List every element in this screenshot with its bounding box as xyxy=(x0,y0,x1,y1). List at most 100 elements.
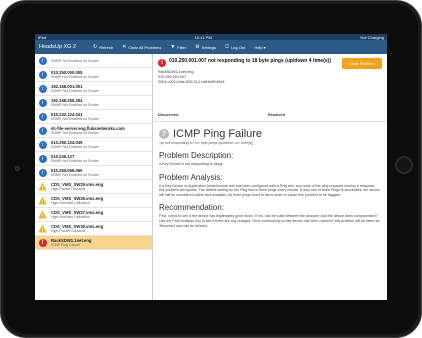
error-icon: ! xyxy=(158,59,166,67)
list-item-subtitle: SNMP Not Enabled on Router xyxy=(51,145,99,149)
info-icon: i xyxy=(38,70,47,79)
list-item-subtitle: SNMP Not Enabled on Router xyxy=(51,159,99,163)
list-item-text: 192.168.255.254 SNMP Not Enabled on Route… xyxy=(51,98,99,107)
clear-icon: ✕ xyxy=(122,44,127,50)
list-item-text: 010.249.127 SNMP Not Enabled on Router xyxy=(51,154,99,163)
list-item-subtitle: High Packet Discards xyxy=(51,187,86,191)
settings-label: Settings xyxy=(201,44,217,50)
clear-problem-button[interactable]: Clear Problem xyxy=(342,58,382,69)
app-title: HeadsUp XG 2 xyxy=(39,44,76,50)
warning-icon: ! xyxy=(38,182,47,191)
clock: 10:41 PM xyxy=(194,34,212,40)
svg-text:!: ! xyxy=(42,214,44,219)
list-item[interactable]: ! CDS_VMS_SW30.vms.eng High Packet Discard… xyxy=(35,222,152,236)
problem-pattern: <ip not responding to <n> byte pings (up… xyxy=(159,141,254,145)
clear-all-button[interactable]: ✕ Clear All Problems xyxy=(122,44,161,50)
list-item-text: 010.250.066.060 SNMP Not Enabled on Route… xyxy=(51,168,99,177)
logout-button[interactable]: ⎋ Log Out xyxy=(225,44,245,50)
list-item-subtitle: High Interface Utilization xyxy=(51,215,90,219)
list-item-text: CDS_VMS_SW27.vms.eng High Interface Utili… xyxy=(51,210,103,219)
filter-label: Filter xyxy=(177,44,187,50)
list-item-text: CDS_VMS_SW26.vms.eng High Interface Utili… xyxy=(51,196,103,205)
list-item-subtitle: ICMP Ping Failure xyxy=(51,243,81,247)
info-icon: i xyxy=(38,140,47,149)
device-label: iPad xyxy=(38,34,47,40)
help-label: Help ▾ xyxy=(254,44,266,50)
info-icon: i xyxy=(38,112,47,121)
description-text: A Key Device is not responding to pings. xyxy=(159,162,224,166)
list-item-text: 010.250.000.005 SNMP Not Enabled on Route… xyxy=(51,70,99,79)
list-item[interactable]: i 010.250.124.045 SNMP Not Enabled on Rout… xyxy=(35,138,152,152)
list-item[interactable]: i 192.168.255.254 SNMP Not Enabled on Rout… xyxy=(35,96,152,110)
list-item-text: 192.168.001.001 SNMP Not Enabled on Route… xyxy=(51,84,99,93)
list-item-text: 010.250.124.045 SNMP Not Enabled on Route… xyxy=(51,140,99,149)
recommendation-text: First, check to see if the device has le… xyxy=(159,214,380,228)
info-icon: i xyxy=(38,126,47,135)
clear-all-label: Clear All Problems xyxy=(128,44,162,50)
gear-icon: ⚙ xyxy=(195,44,200,50)
list-item-subtitle: SNMP Not Enabled on Router xyxy=(51,103,99,107)
help-icon: ? xyxy=(159,129,169,139)
list-item[interactable]: i 192.168.001.001 SNMP Not Enabled on Rout… xyxy=(35,82,152,96)
error-icon: ! xyxy=(38,238,47,247)
list-item-text: SNMP Not Enabled on Router xyxy=(51,59,99,63)
problem-list: i SNMP Not Enabled on Router i 010.250.000.… xyxy=(35,54,153,300)
home-button[interactable] xyxy=(395,156,413,174)
description-heading: Problem Description: xyxy=(159,151,234,160)
problem-type-title: ? ICMP Ping Failure xyxy=(159,128,381,140)
list-item-subtitle: SNMP Not Enabled on Router xyxy=(51,173,99,177)
battery-status: Not Charging xyxy=(360,34,384,40)
detail-header: ! 010.250.001.007 not responding to 18 b… xyxy=(153,54,387,122)
camera-icon xyxy=(15,166,20,171)
warning-icon: ! xyxy=(38,210,47,219)
list-item[interactable]: i 010.249.127 SNMP Not Enabled on Router xyxy=(35,152,152,166)
problem-headline: 010.250.001.007 not responding to 18 byt… xyxy=(169,58,331,64)
list-item-subtitle: SNMP Not Enabled on Router xyxy=(51,75,99,79)
analysis-text: If a Key Device or Application Infrastru… xyxy=(159,183,380,197)
list-item-text: CDS_VMS_SW25.vms.eng High Packet Discards xyxy=(51,182,103,191)
recommendation-heading: Recommendation: xyxy=(159,203,224,213)
problem-detail: ! 010.250.001.007 not responding to 18 b… xyxy=(153,54,387,300)
list-item[interactable]: ! CDS_VMS_SW25.vms.eng High Packet Discard… xyxy=(35,180,152,194)
app-screen: iPad 10:41 PM Not Charging HeadsUp XG 2 … xyxy=(35,34,387,300)
filter-icon: ▼ xyxy=(170,44,176,50)
list-item[interactable]: i dc-file-server.eng.fluksnetworks.com SNM… xyxy=(35,124,152,138)
resolved-label: Resolved xyxy=(268,113,285,117)
status-columns: Discovered Resolved xyxy=(158,113,382,117)
list-item-subtitle: SNMP Not Enabled on Router xyxy=(51,117,99,121)
svg-text:!: ! xyxy=(42,228,44,233)
info-icon: i xyxy=(38,168,47,177)
list-item[interactable]: i SNMP Not Enabled on Router xyxy=(35,54,152,68)
list-item-subtitle: SNMP Not Enabled on Router xyxy=(51,89,99,93)
warning-icon: ! xyxy=(38,224,47,233)
settings-button[interactable]: ⚙ Settings xyxy=(195,44,216,50)
list-item-subtitle: High Interface Utilization xyxy=(51,201,90,205)
refresh-button[interactable]: ↻ Refresh xyxy=(93,44,113,50)
top-toolbar: HeadsUp XG 2 ↻ Refresh ✕ Clear All Probl… xyxy=(35,40,387,54)
detected-label: Discovered xyxy=(158,113,179,117)
filter-button[interactable]: ▼ Filter xyxy=(170,44,186,50)
list-item[interactable]: ! CDS_VMS_SW26.vms.eng High Interface Util… xyxy=(35,194,152,208)
list-item[interactable]: i 010.232.124.041 SNMP Not Enabled on Rout… xyxy=(35,110,152,124)
svg-text:!: ! xyxy=(42,200,44,205)
refresh-icon: ↻ xyxy=(93,44,98,50)
svg-text:!: ! xyxy=(42,186,44,191)
refresh-label: Refresh xyxy=(99,44,114,50)
list-item[interactable]: i 010.250.000.005 SNMP Not Enabled on Rout… xyxy=(35,68,152,82)
logout-label: Log Out xyxy=(231,44,246,50)
info-icon: i xyxy=(38,154,47,163)
help-menu-button[interactable]: Help ▾ xyxy=(254,45,265,50)
info-icon: i xyxy=(38,98,47,107)
list-item[interactable]: ! CDS_VMS_SW27.vms.eng High Interface Util… xyxy=(35,208,152,222)
device-meta: RackSDW1.1net.eng 010.250.001.007 2001:c… xyxy=(158,70,382,86)
list-item-text: dc-file-server.eng.fluksnetworks.com SNMP… xyxy=(51,126,125,135)
logout-icon: ⎋ xyxy=(225,44,230,50)
list-item[interactable]: ! RackSDW1.1net.eng ICMP Ping Failure xyxy=(35,236,152,250)
info-icon: i xyxy=(38,56,47,65)
list-item-subtitle: SNMP Not Enabled on Router xyxy=(51,131,99,135)
info-icon: i xyxy=(38,84,47,93)
problem-type-label: ICMP Ping Failure xyxy=(173,128,263,140)
list-item-subtitle: High Packet Discards xyxy=(51,229,86,233)
list-item[interactable]: i 010.250.066.060 SNMP Not Enabled on Rout… xyxy=(35,166,152,180)
meta-line: 2001:c001:c0de:500:214:1eff:fe89:69c1 xyxy=(158,80,225,85)
